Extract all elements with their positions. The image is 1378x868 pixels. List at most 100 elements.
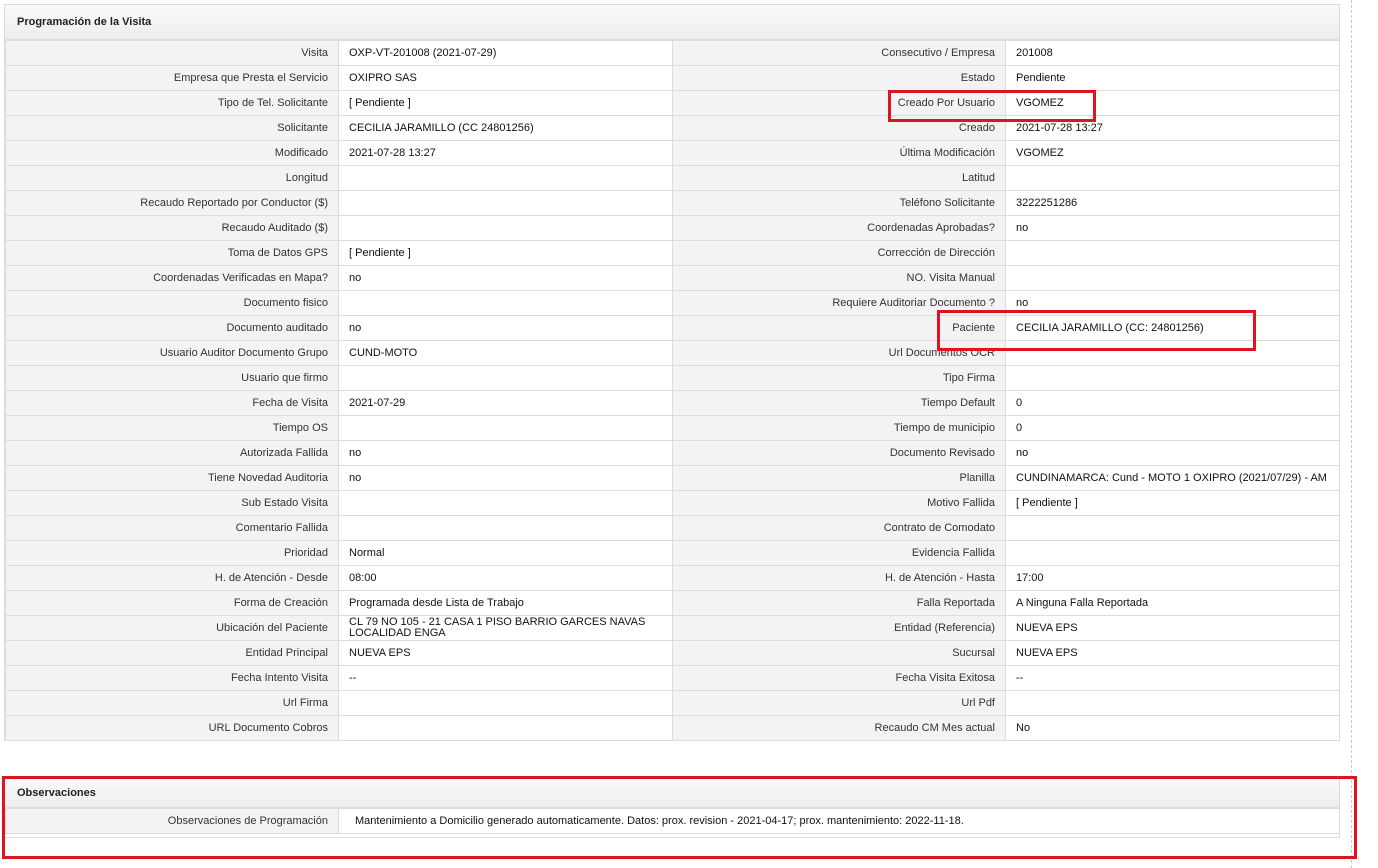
table-row: H. de Atención - Desde 08:00 H. de Atenció… — [5, 565, 1340, 591]
table-row: Ubicación del Paciente CL 79 NO 105 - 21 … — [5, 615, 1340, 641]
field-label: Entidad (Referencia) — [672, 615, 1006, 641]
field-value: CECILIA JARAMILLO (CC 24801256) — [338, 115, 673, 141]
field-label: H. de Atención - Hasta — [672, 565, 1006, 591]
field-value — [338, 190, 673, 216]
field-value: OXP-VT-201008 (2021-07-29) — [338, 40, 673, 66]
field-label: Visita — [5, 40, 339, 66]
field-value: no — [1005, 290, 1340, 316]
field-label: Tiempo de municipio — [672, 415, 1006, 441]
field-value — [338, 690, 673, 716]
field-value: no — [1005, 440, 1340, 466]
field-label: Empresa que Presta el Servicio — [5, 65, 339, 91]
table-row: Documento fisico Requiere Auditoriar Docu… — [5, 290, 1340, 316]
field-value: Programada desde Lista de Trabajo — [338, 590, 673, 616]
table-row: Url Firma Url Pdf — [5, 690, 1340, 716]
field-label: Tipo de Tel. Solicitante — [5, 90, 339, 116]
field-label: Entidad Principal — [5, 640, 339, 666]
field-value: 2021-07-28 13:27 — [338, 140, 673, 166]
field-label: Creado — [672, 115, 1006, 141]
table-row: Forma de Creación Programada desde Lista … — [5, 590, 1340, 616]
field-value: Normal — [338, 540, 673, 566]
field-label: Longitud — [5, 165, 339, 191]
field-value: 08:00 — [338, 565, 673, 591]
field-value — [1005, 515, 1340, 541]
field-label: Tiempo Default — [672, 390, 1006, 416]
observaciones-table: Observaciones de Programación Mantenimie… — [5, 808, 1340, 834]
field-label: Tiene Novedad Auditoria — [5, 465, 339, 491]
field-value — [338, 365, 673, 391]
field-label: Última Modificación — [672, 140, 1006, 166]
field-label: Forma de Creación — [5, 590, 339, 616]
table-row: Comentario Fallida Contrato de Comodato — [5, 515, 1340, 541]
field-label: Documento fisico — [5, 290, 339, 316]
field-value — [338, 290, 673, 316]
field-label: Recaudo CM Mes actual — [672, 715, 1006, 741]
field-label: Url Documentos OCR — [672, 340, 1006, 366]
field-label: Recaudo Reportado por Conductor ($) — [5, 190, 339, 216]
table-row: Fecha Intento Visita -- Fecha Visita Exit… — [5, 665, 1340, 691]
field-label: Falla Reportada — [672, 590, 1006, 616]
observaciones-value: Mantenimiento a Domicilio generado autom… — [338, 808, 1340, 834]
field-label: Fecha de Visita — [5, 390, 339, 416]
field-value — [338, 490, 673, 516]
table-row: Prioridad Normal Evidencia Fallida — [5, 540, 1340, 566]
field-value: CL 79 NO 105 - 21 CASA 1 PISO BARRIO GAR… — [338, 615, 673, 641]
table-row: Observaciones de Programación Mantenimie… — [5, 808, 1340, 834]
field-value — [338, 215, 673, 241]
visit-details-table: Visita OXP-VT-201008 (2021-07-29) Consecut… — [5, 40, 1340, 741]
field-label: Url Firma — [5, 690, 339, 716]
field-label: Estado — [672, 65, 1006, 91]
field-value: [ Pendiente ] — [338, 240, 673, 266]
field-label: Planilla — [672, 465, 1006, 491]
field-label: Fecha Intento Visita — [5, 665, 339, 691]
field-value: [ Pendiente ] — [1005, 490, 1340, 516]
field-value: NUEVA EPS — [1005, 640, 1340, 666]
observaciones-panel: Observaciones Observaciones de Programac… — [4, 778, 1340, 838]
table-row: Tipo de Tel. Solicitante[ Pendiente ] Cre… — [5, 90, 1340, 116]
table-row: Tiempo OS Tiempo de municipio 0 — [5, 415, 1340, 441]
table-row: Entidad Principal NUEVA EPS Sucursal NUEVA … — [5, 640, 1340, 666]
table-row: Recaudo Reportado por Conductor ($) Teléf… — [5, 190, 1340, 216]
field-value: NUEVA EPS — [1005, 615, 1340, 641]
field-value: CUNDINAMARCA: Cund - MOTO 1 OXIPRO (2021… — [1005, 465, 1340, 491]
field-label: Solicitante — [5, 115, 339, 141]
field-value: [ Pendiente ] — [338, 90, 673, 116]
field-value — [1005, 240, 1340, 266]
field-value: OXIPRO SAS — [338, 65, 673, 91]
table-row: URL Documento Cobros Recaudo CM Mes actua… — [5, 715, 1340, 741]
table-row: Fecha de Visita 2021-07-29 Tiempo Default… — [5, 390, 1340, 416]
table-row: Solicitante CECILIA JARAMILLO (CC 2480125… — [5, 115, 1340, 141]
field-value: 2021-07-28 13:27 — [1005, 115, 1340, 141]
field-value: CECILIA JARAMILLO (CC: 24801256) — [1005, 315, 1340, 341]
field-value — [1005, 365, 1340, 391]
field-label: URL Documento Cobros — [5, 715, 339, 741]
field-label: Documento auditado — [5, 315, 339, 341]
field-value: no — [1005, 215, 1340, 241]
programacion-panel: Programación de la Visita Visita OXP-VT-2… — [4, 4, 1340, 741]
table-row: Visita OXP-VT-201008 (2021-07-29) Consecut… — [5, 40, 1340, 66]
field-value: 17:00 — [1005, 565, 1340, 591]
field-value: 0 — [1005, 415, 1340, 441]
field-label: H. de Atención - Desde — [5, 565, 339, 591]
field-label: Evidencia Fallida — [672, 540, 1006, 566]
field-value: no — [338, 315, 673, 341]
field-value — [338, 165, 673, 191]
field-value: 0 — [1005, 390, 1340, 416]
field-label: Coordenadas Aprobadas? — [672, 215, 1006, 241]
field-value — [338, 715, 673, 741]
field-label: Requiere Auditoriar Documento ? — [672, 290, 1006, 316]
field-label: Sub Estado Visita — [5, 490, 339, 516]
table-row: Usuario que firmo Tipo Firma — [5, 365, 1340, 391]
field-label: Url Pdf — [672, 690, 1006, 716]
field-value — [338, 515, 673, 541]
field-value: no — [338, 465, 673, 491]
field-value — [338, 415, 673, 441]
field-label: Tiempo OS — [5, 415, 339, 441]
table-row: Usuario Auditor Documento Grupo CUND-MOTO… — [5, 340, 1340, 366]
field-label: Prioridad — [5, 540, 339, 566]
field-label: Creado Por Usuario — [672, 90, 1006, 116]
field-value — [1005, 165, 1340, 191]
field-value: VGOMEZ — [1005, 90, 1340, 116]
field-value: no — [338, 265, 673, 291]
table-row: Coordenadas Verificadas en Mapa? no NO. V… — [5, 265, 1340, 291]
